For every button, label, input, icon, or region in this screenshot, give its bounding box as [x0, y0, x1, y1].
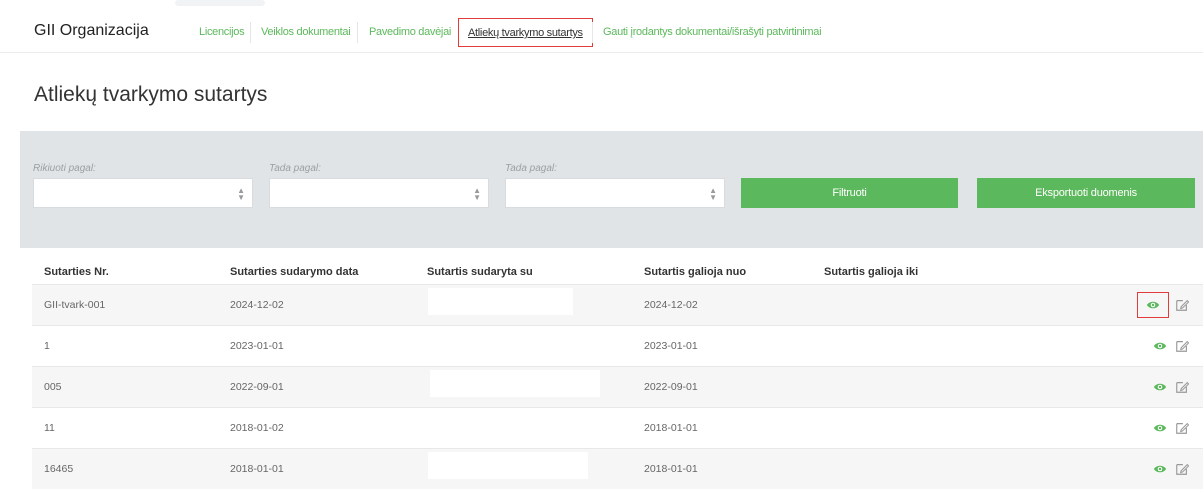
cell-from: 2022-09-01: [632, 365, 812, 407]
column-header-galioja-iki[interactable]: Sutartis galioja iki: [812, 260, 1049, 284]
nav-link-atlieku-tvarkymo-sutartys[interactable]: Atliekų tvarkymo sutartys: [458, 18, 593, 47]
redacted-block: [430, 369, 600, 397]
column-header-sudaryta-su[interactable]: Sutartis sudaryta su: [415, 260, 632, 284]
cell-to: [812, 365, 1049, 407]
table-row: 16465 2018-01-01 2018-01-01: [32, 447, 1203, 489]
redacted-block: [428, 287, 573, 315]
cell-date: 2018-01-01: [218, 447, 415, 489]
cell-from: 2023-01-01: [632, 324, 812, 366]
edit-icon[interactable]: [1175, 339, 1189, 353]
sort1-select[interactable]: ▲ ▼: [33, 178, 253, 208]
cell-date: 2022-09-01: [218, 365, 415, 407]
edit-icon[interactable]: [1175, 421, 1189, 435]
table-row: 005 2022-09-01 2022-09-01: [32, 365, 1203, 407]
column-header-sudarymo-data[interactable]: Sutarties sudarymo data: [218, 260, 415, 284]
row-actions: [1049, 406, 1203, 448]
cell-nr: 11: [32, 406, 218, 448]
sort2-label: Tada pagal:: [269, 163, 321, 174]
nav-divider: [357, 22, 358, 43]
cell-to: [812, 324, 1049, 366]
cell-with: [415, 324, 632, 366]
cell-from: 2018-01-01: [632, 406, 812, 448]
cell-date: 2024-12-02: [218, 283, 415, 325]
select-arrows-icon: ▲ ▼: [237, 186, 245, 202]
table-header-row: Sutarties Nr. Sutarties sudarymo data Su…: [32, 260, 1203, 284]
nav-link-pavedimo-davejai[interactable]: Pavedimo davėjai: [369, 18, 451, 47]
sort3-label: Tada pagal:: [505, 163, 557, 174]
table-row: 1 2023-01-01 2023-01-01: [32, 324, 1203, 366]
cell-from: 2024-12-02: [632, 283, 812, 325]
eye-icon[interactable]: [1153, 339, 1167, 353]
edit-icon[interactable]: [1175, 462, 1189, 476]
sort3-select[interactable]: ▲ ▼: [505, 178, 725, 208]
eye-icon[interactable]: [1153, 462, 1167, 476]
view-button[interactable]: [1137, 291, 1170, 318]
eye-icon[interactable]: [1153, 421, 1167, 435]
cell-with: [415, 447, 632, 489]
contracts-table: Sutarties Nr. Sutarties sudarymo data Su…: [32, 260, 1203, 489]
filter-panel: Rikiuoti pagal: ▲ ▼ Tada pagal: ▲ ▼ Tada p…: [20, 131, 1203, 248]
cell-nr: 1: [32, 324, 218, 366]
eye-icon: [1146, 301, 1160, 308]
redacted-block: [428, 451, 588, 479]
edit-icon[interactable]: [1175, 380, 1189, 394]
cell-nr: GII-tvark-001: [32, 283, 218, 325]
cell-date: 2018-01-02: [218, 406, 415, 448]
column-header-galioja-nuo[interactable]: Sutartis galioja nuo: [632, 260, 812, 284]
cell-with: [415, 283, 632, 325]
nav-link-licencijos[interactable]: Licencijos: [199, 18, 245, 47]
cell-nr: 005: [32, 365, 218, 407]
export-button[interactable]: Eksportuoti duomenis: [977, 178, 1195, 208]
nav-link-veiklos-dokumentai[interactable]: Veiklos dokumentai: [261, 18, 351, 47]
top-strip: [0, 0, 1203, 8]
column-header-nr[interactable]: Sutarties Nr.: [32, 260, 218, 284]
row-actions: [1049, 324, 1203, 366]
cell-to: [812, 447, 1049, 489]
row-actions: [1049, 283, 1203, 325]
select-arrows-icon: ▲ ▼: [709, 186, 717, 202]
brand-title[interactable]: GII Organizacija: [34, 22, 149, 40]
cell-nr: 16465: [32, 447, 218, 489]
cell-to: [812, 406, 1049, 448]
table-row: GII-tvark-001 2024-12-02 2024-12-02: [32, 283, 1203, 325]
cell-with: [415, 406, 632, 448]
table-row: 11 2018-01-02 2018-01-01: [32, 406, 1203, 448]
top-navigation: GII Organizacija Licencijos Veiklos doku…: [0, 8, 1203, 53]
nav-divider: [250, 22, 251, 43]
cell-with: [415, 365, 632, 407]
cell-date: 2023-01-01: [218, 324, 415, 366]
filter-button[interactable]: Filtruoti: [741, 178, 958, 208]
row-actions: [1049, 447, 1203, 489]
nav-divider: [592, 22, 593, 43]
sort2-select[interactable]: ▲ ▼: [269, 178, 489, 208]
row-actions: [1049, 365, 1203, 407]
sort1-label: Rikiuoti pagal:: [33, 163, 96, 174]
select-arrows-icon: ▲ ▼: [473, 186, 481, 202]
nav-link-gauti-dokumentai[interactable]: Gauti įrodantys dokumentai/išrašyti patv…: [603, 18, 822, 47]
cell-from: 2018-01-01: [632, 447, 812, 489]
cell-to: [812, 283, 1049, 325]
eye-icon[interactable]: [1153, 380, 1167, 394]
page-title: Atliekų tvarkymo sutartys: [34, 83, 268, 106]
edit-icon[interactable]: [1175, 298, 1189, 312]
